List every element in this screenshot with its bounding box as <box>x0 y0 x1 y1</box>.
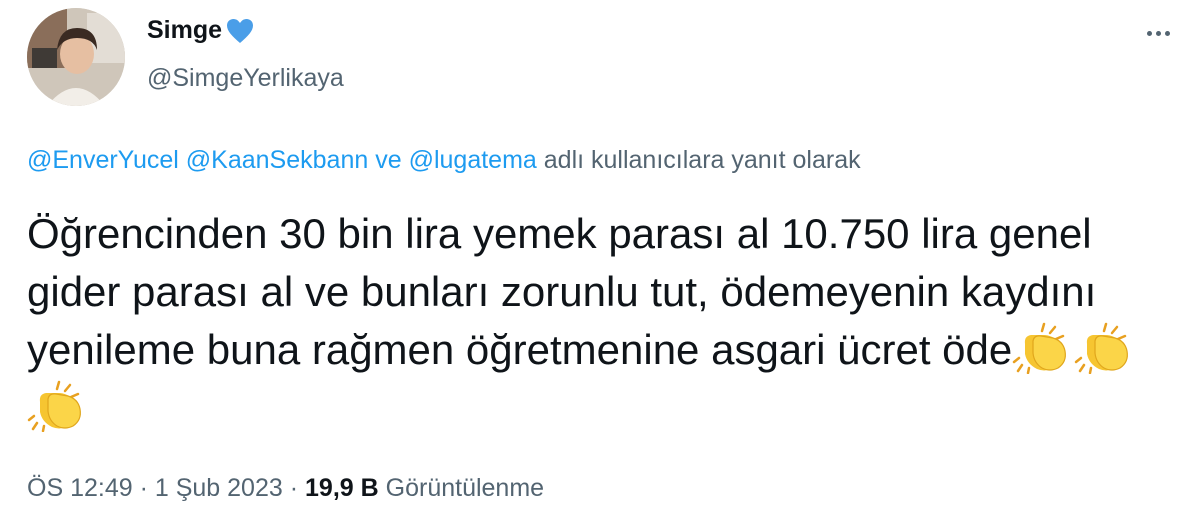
more-dot-icon <box>1155 30 1161 36</box>
mention-connector[interactable]: ve <box>375 146 401 174</box>
display-name[interactable]: Simge <box>147 16 222 45</box>
mention-link[interactable]: @KaanSekbann <box>186 146 368 174</box>
tweet-meta: ÖS 12:49 · 1 Şub 2023 · 19,9 B Görüntüle… <box>27 474 544 503</box>
author-name-row[interactable]: Simge <box>147 16 254 45</box>
clapping-hands-icon <box>27 380 81 432</box>
clapping-hands-icon <box>1013 322 1067 374</box>
avatar[interactable] <box>27 8 125 106</box>
more-dot-icon <box>1146 30 1152 36</box>
tweet-body: Öğrencinden 30 bin lira yemek parası al … <box>27 210 1097 373</box>
mention-link[interactable]: @lugatema <box>409 146 537 174</box>
profile-photo-icon <box>27 8 125 106</box>
more-dot-icon <box>1164 30 1170 36</box>
user-handle[interactable]: @SimgeYerlikaya <box>147 64 344 93</box>
blue-heart-icon <box>227 18 254 43</box>
tweet-date[interactable]: 1 Şub 2023 <box>155 474 283 502</box>
reply-context: @EnverYucel @KaanSekbann ve @lugatema ad… <box>27 146 861 175</box>
reply-suffix: adlı kullanıcılara yanıt olarak <box>543 146 861 174</box>
meta-separator: · <box>139 474 148 502</box>
more-options-button[interactable] <box>1138 18 1178 48</box>
tweet-time[interactable]: ÖS 12:49 <box>27 474 133 502</box>
mention-link[interactable]: @EnverYucel <box>27 146 179 174</box>
clapping-hands-icon <box>1075 322 1129 374</box>
tweet-text: Öğrencinden 30 bin lira yemek parası al … <box>27 205 1147 437</box>
meta-separator: · <box>289 474 299 502</box>
views-count[interactable]: 19,9 B <box>305 474 379 502</box>
views-label[interactable]: Görüntülenme <box>386 474 544 502</box>
